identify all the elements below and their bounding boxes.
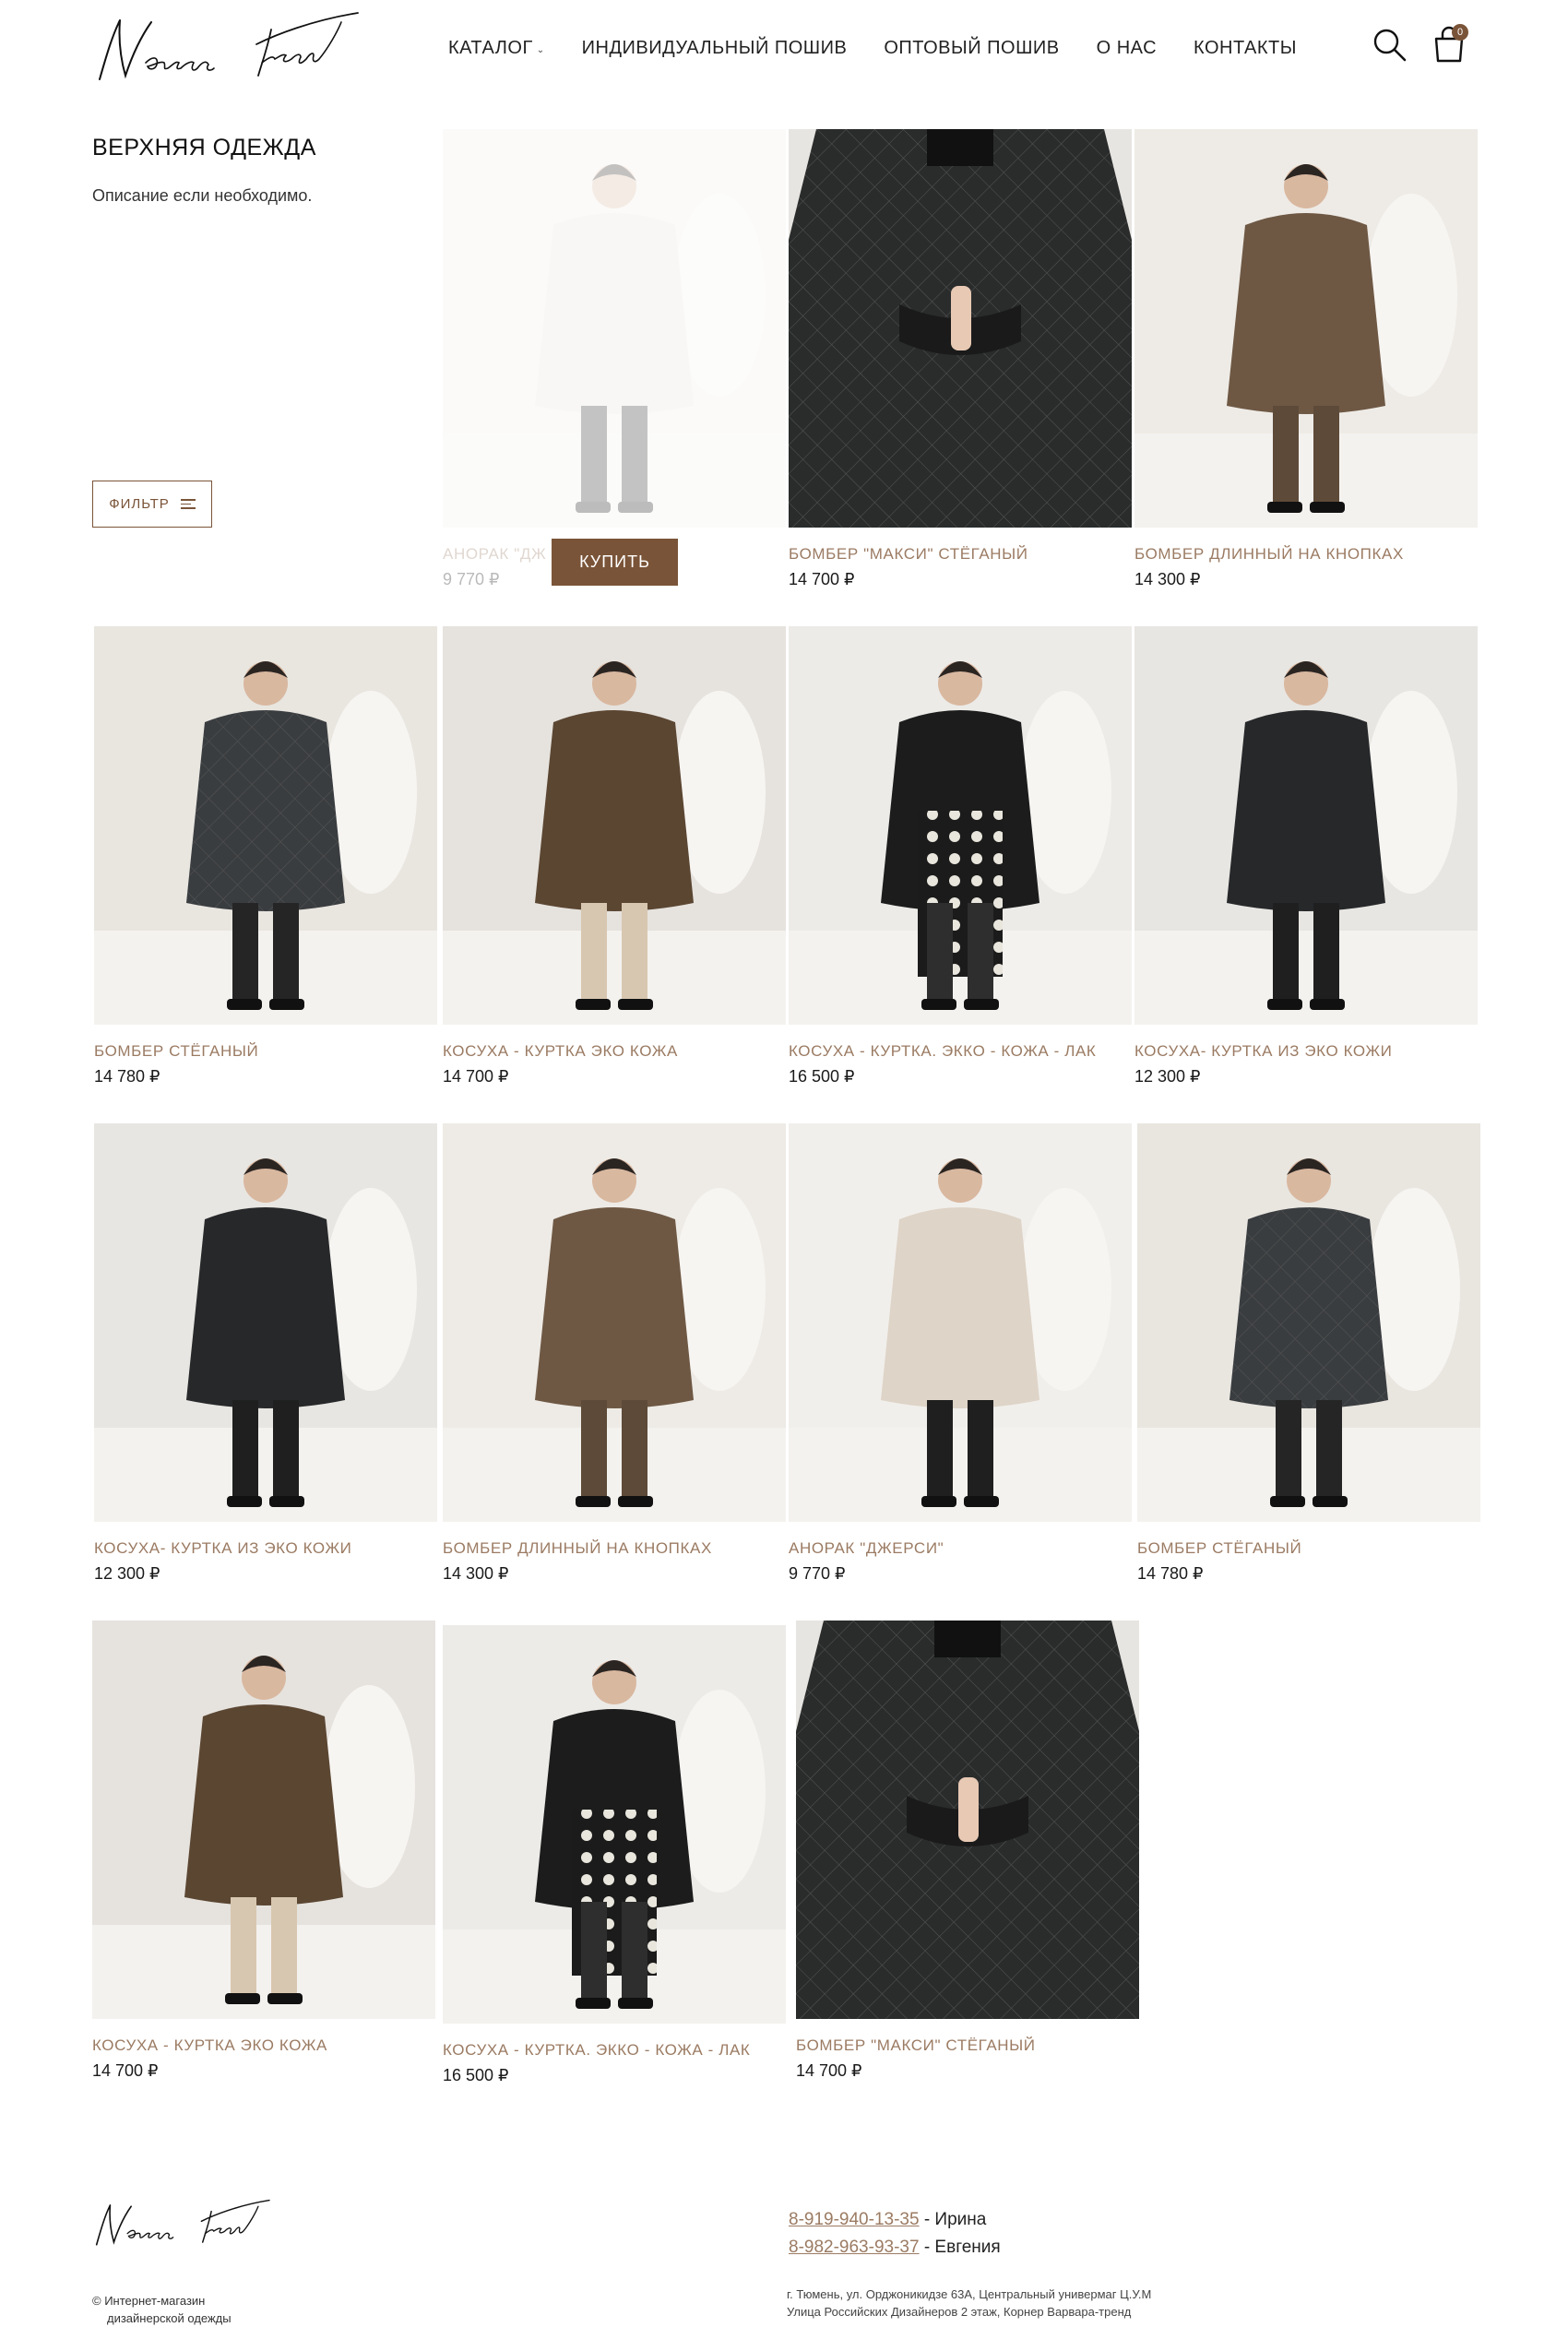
filter-button-label: ФИЛЬТР [109, 496, 170, 512]
product-photo[interactable] [92, 1621, 435, 2019]
product-name[interactable]: КОСУХА- КУРТКА ИЗ ЭКО КОЖИ [94, 1539, 437, 1558]
product-card[interactable]: КОСУХА- КУРТКА ИЗ ЭКО КОЖИ 12 300 ₽ [94, 1123, 437, 1584]
product-photo[interactable] [1137, 1123, 1480, 1522]
product-name[interactable]: КОСУХА - КУРТКА ЭКО КОЖА [443, 1042, 786, 1061]
footer-logo[interactable] [90, 2195, 279, 2252]
product-photo[interactable] [796, 1621, 1139, 2019]
main-nav: КАТАЛОГ ⌄ ИНДИВИДУАЛЬНЫЙ ПОШИВ ОПТОВЫЙ П… [448, 35, 1334, 61]
product-card[interactable]: БОМБЕР ДЛИННЫЙ НА КНОПКАХ 14 300 ₽ [1134, 129, 1478, 589]
product-card[interactable]: БОМБЕР СТЁГАНЫЙ 14 780 ₽ [1137, 1123, 1480, 1584]
product-name[interactable]: КОСУХА - КУРТКА. ЭККО - КОЖА - ЛАК [443, 2041, 786, 2060]
filter-icon [180, 496, 196, 512]
product-price: 14 780 ₽ [1137, 1564, 1204, 1583]
product-price: 14 700 ₽ [796, 2061, 862, 2080]
product-card[interactable]: КОСУХА - КУРТКА ЭКО КОЖА 14 700 ₽ [92, 1621, 435, 2081]
product-price: 16 500 ₽ [789, 1067, 855, 1086]
product-price: 12 300 ₽ [1134, 1067, 1201, 1086]
address-line-1: г. Тюмень, ул. Орджоникидзе 63А, Централ… [787, 2287, 1152, 2301]
nav-about[interactable]: О НАС [1097, 38, 1157, 59]
product-price: 9 770 ₽ [789, 1564, 846, 1583]
product-name[interactable]: БОМБЕР ДЛИННЫЙ НА КНОПКАХ [1134, 545, 1478, 564]
brand-logo[interactable] [90, 7, 372, 89]
phone-link-1[interactable]: 8-919-940-13-35 [789, 2210, 920, 2229]
product-card[interactable]: КОСУХА - КУРТКА ЭКО КОЖА 14 700 ₽ [443, 626, 786, 1086]
product-photo[interactable] [789, 129, 1132, 528]
search-icon[interactable] [1372, 28, 1408, 63]
product-name[interactable]: БОМБЕР "МАКСИ" СТЁГАНЫЙ [789, 545, 1132, 564]
product-price: 14 700 ₽ [443, 1067, 509, 1086]
product-name[interactable]: БОМБЕР СТЁГАНЫЙ [1137, 1539, 1480, 1558]
product-name[interactable]: КОСУХА - КУРТКА ЭКО КОЖА [92, 2036, 435, 2055]
product-price: 14 700 ₽ [789, 570, 855, 588]
store-address: г. Тюмень, ул. Орджоникидзе 63А, Централ… [787, 2286, 1151, 2321]
product-price: 14 300 ₽ [443, 1564, 509, 1583]
product-photo[interactable] [789, 1123, 1132, 1522]
cart-count-badge: 0 [1452, 24, 1468, 41]
product-price: 12 300 ₽ [94, 1564, 160, 1583]
product-card[interactable]: АНОРАК "ДЖ 9 770 ₽ [443, 129, 786, 589]
nav-catalog-label: КАТАЛОГ [448, 37, 533, 58]
phone-1-contact: - Ирина [919, 2210, 987, 2229]
nav-custom-tailoring[interactable]: ИНДИВИДУАЛЬНЫЙ ПОШИВ [582, 38, 848, 59]
product-price: 14 700 ₽ [92, 2061, 159, 2080]
buy-button[interactable]: КУПИТЬ [552, 539, 678, 586]
nav-catalog[interactable]: КАТАЛОГ ⌄ [448, 38, 545, 59]
product-price: 16 500 ₽ [443, 2066, 509, 2084]
product-card[interactable]: БОМБЕР ДЛИННЫЙ НА КНОПКАХ 14 300 ₽ [443, 1123, 786, 1584]
product-name[interactable]: КОСУХА - КУРТКА. ЭККО - КОЖА - ЛАК [789, 1042, 1132, 1061]
product-price: 14 780 ₽ [94, 1067, 160, 1086]
product-photo[interactable] [789, 626, 1132, 1025]
product-price: 14 300 ₽ [1134, 570, 1201, 588]
product-card[interactable]: КОСУХА- КУРТКА ИЗ ЭКО КОЖИ 12 300 ₽ [1134, 626, 1478, 1086]
phone-2-contact: - Евгения [919, 2238, 1001, 2257]
category-description: Описание если необходимо. [92, 186, 313, 205]
product-card[interactable]: АНОРАК "ДЖЕРСИ" 9 770 ₽ [789, 1123, 1132, 1584]
copyright-line-1: © Интернет-магазин [92, 2294, 206, 2308]
page-title: ВЕРХНЯЯ ОДЕЖДА [92, 135, 316, 160]
copyright-line-2: дизайнерской одежды [107, 2311, 232, 2325]
product-card[interactable]: КОСУХА - КУРТКА. ЭККО - КОЖА - ЛАК 16 500… [789, 626, 1132, 1086]
product-photo[interactable] [443, 1123, 786, 1522]
filter-button[interactable]: ФИЛЬТР [92, 481, 212, 528]
product-photo[interactable] [94, 626, 437, 1025]
product-name[interactable]: БОМБЕР "МАКСИ" СТЁГАНЫЙ [796, 2036, 1139, 2055]
product-photo[interactable] [94, 1123, 437, 1522]
copyright: © Интернет-магазин дизайнерской одежды [92, 2292, 232, 2327]
product-photo[interactable] [443, 129, 786, 528]
product-name[interactable]: АНОРАК "ДЖЕРСИ" [789, 1539, 1132, 1558]
product-card[interactable]: БОМБЕР СТЁГАНЫЙ 14 780 ₽ [94, 626, 437, 1086]
product-photo[interactable] [443, 1625, 786, 2024]
product-name[interactable]: КОСУХА- КУРТКА ИЗ ЭКО КОЖИ [1134, 1042, 1478, 1061]
footer-contacts: 8-919-940-13-35 - Ирина 8-982-963-93-37 … [789, 2206, 1001, 2262]
product-photo[interactable] [443, 626, 786, 1025]
address-line-2: Улица Российских Дизайнеров 2 этаж, Корн… [787, 2305, 1132, 2319]
nav-contacts[interactable]: КОНТАКТЫ [1194, 38, 1297, 59]
product-card[interactable]: БОМБЕР "МАКСИ" СТЁГАНЫЙ 14 700 ₽ [789, 129, 1132, 589]
chevron-down-icon: ⌄ [536, 44, 545, 55]
product-name[interactable]: БОМБЕР ДЛИННЫЙ НА КНОПКАХ [443, 1539, 786, 1558]
product-name[interactable]: БОМБЕР СТЁГАНЫЙ [94, 1042, 437, 1061]
product-card[interactable]: КОСУХА - КУРТКА. ЭККО - КОЖА - ЛАК 16 500… [443, 1625, 786, 2085]
product-photo[interactable] [1134, 626, 1478, 1025]
product-photo[interactable] [1134, 129, 1478, 528]
phone-link-2[interactable]: 8-982-963-93-37 [789, 2238, 920, 2257]
product-card[interactable]: БОМБЕР "МАКСИ" СТЁГАНЫЙ 14 700 ₽ [796, 1621, 1139, 2081]
nav-wholesale-tailoring[interactable]: ОПТОВЫЙ ПОШИВ [884, 38, 1059, 59]
